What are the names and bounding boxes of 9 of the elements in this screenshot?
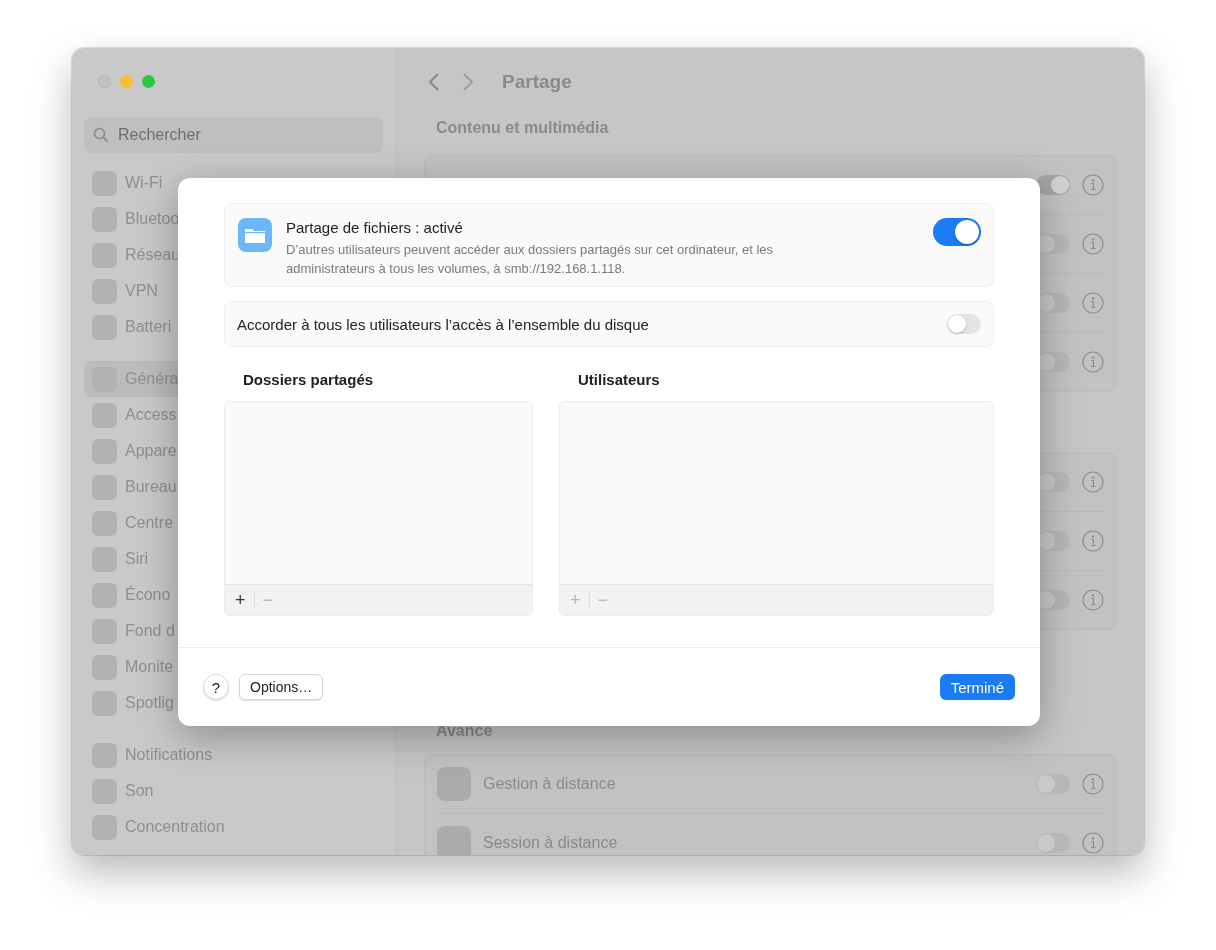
row-label: Gestion à distance	[483, 775, 616, 793]
service-title: Partage de fichiers : activé	[286, 219, 464, 236]
option-label: Accorder à tous les utilisateurs l’accès à l’ensemble du disque	[237, 315, 649, 333]
section-heading: Contenu et multimédia	[436, 119, 610, 138]
list-heading: Utilisateurs	[577, 370, 661, 390]
row-label: Session à distance	[483, 834, 618, 852]
service-description: D’autres utilisateurs peuvent accéder aux dossiers partagés sur cet ordinateur, et les administrateurs à tous les volumes, à smb://192.168.1.118.	[286, 241, 775, 278]
page-title: Partage	[502, 71, 572, 93]
list-heading: Dossiers partagés	[242, 370, 375, 390]
